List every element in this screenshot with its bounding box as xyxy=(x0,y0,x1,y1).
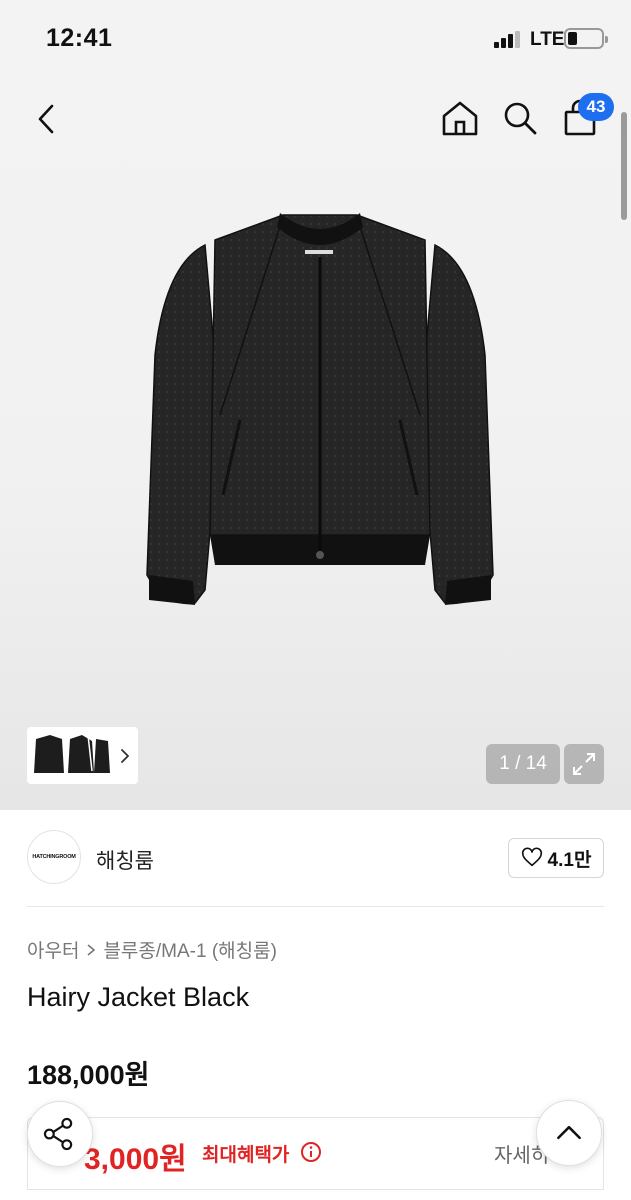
breadcrumb-category[interactable]: 아우터 xyxy=(27,936,79,963)
like-count: 4.1만 xyxy=(547,849,592,871)
signal-icon xyxy=(494,31,522,48)
like-button[interactable]: 4.1만 xyxy=(508,838,604,878)
back-icon[interactable] xyxy=(32,100,62,138)
product-title: Hairy Jacket Black xyxy=(27,982,250,1012)
battery-icon xyxy=(564,28,608,49)
search-icon[interactable] xyxy=(500,98,540,138)
brand-logo-text: HATCHINGROOM xyxy=(32,854,76,860)
home-icon[interactable] xyxy=(440,98,480,138)
chevron-right-icon[interactable] xyxy=(117,745,133,767)
expand-button[interactable] xyxy=(564,744,604,784)
expand-icon xyxy=(573,753,595,775)
page-counter: 1 / 14 xyxy=(486,744,560,784)
scroll-to-top-button[interactable] xyxy=(536,1100,602,1166)
share-button[interactable] xyxy=(27,1101,93,1167)
breadcrumb: 아우터 블루종/MA-1 (해칭룸) xyxy=(27,936,277,963)
benefit-label: 최대혜택가 xyxy=(202,1145,290,1166)
product-price: 188,000원 xyxy=(27,1060,150,1090)
breadcrumb-subcategory[interactable]: 블루종/MA-1 (해칭룸) xyxy=(103,936,277,963)
scroll-indicator xyxy=(621,112,627,220)
status-time: 12:41 xyxy=(46,24,113,52)
share-icon xyxy=(43,1117,73,1151)
cart-count-badge: 43 xyxy=(578,93,614,121)
brand-logo[interactable]: HATCHINGROOM xyxy=(27,830,81,884)
benefit-price: 3,000원 xyxy=(84,1143,187,1176)
brand-name[interactable]: 해칭룸 xyxy=(96,845,154,875)
divider xyxy=(27,1189,604,1190)
thumbnail-image[interactable] xyxy=(30,731,110,779)
chevron-right-icon xyxy=(87,943,96,956)
network-label: LTE xyxy=(530,29,565,50)
info-icon[interactable] xyxy=(300,1141,322,1163)
heart-icon xyxy=(521,847,542,867)
chevron-up-icon xyxy=(557,1125,581,1140)
product-image xyxy=(146,213,494,605)
divider xyxy=(27,906,604,907)
status-bar: 12:41 LTE xyxy=(0,0,631,78)
